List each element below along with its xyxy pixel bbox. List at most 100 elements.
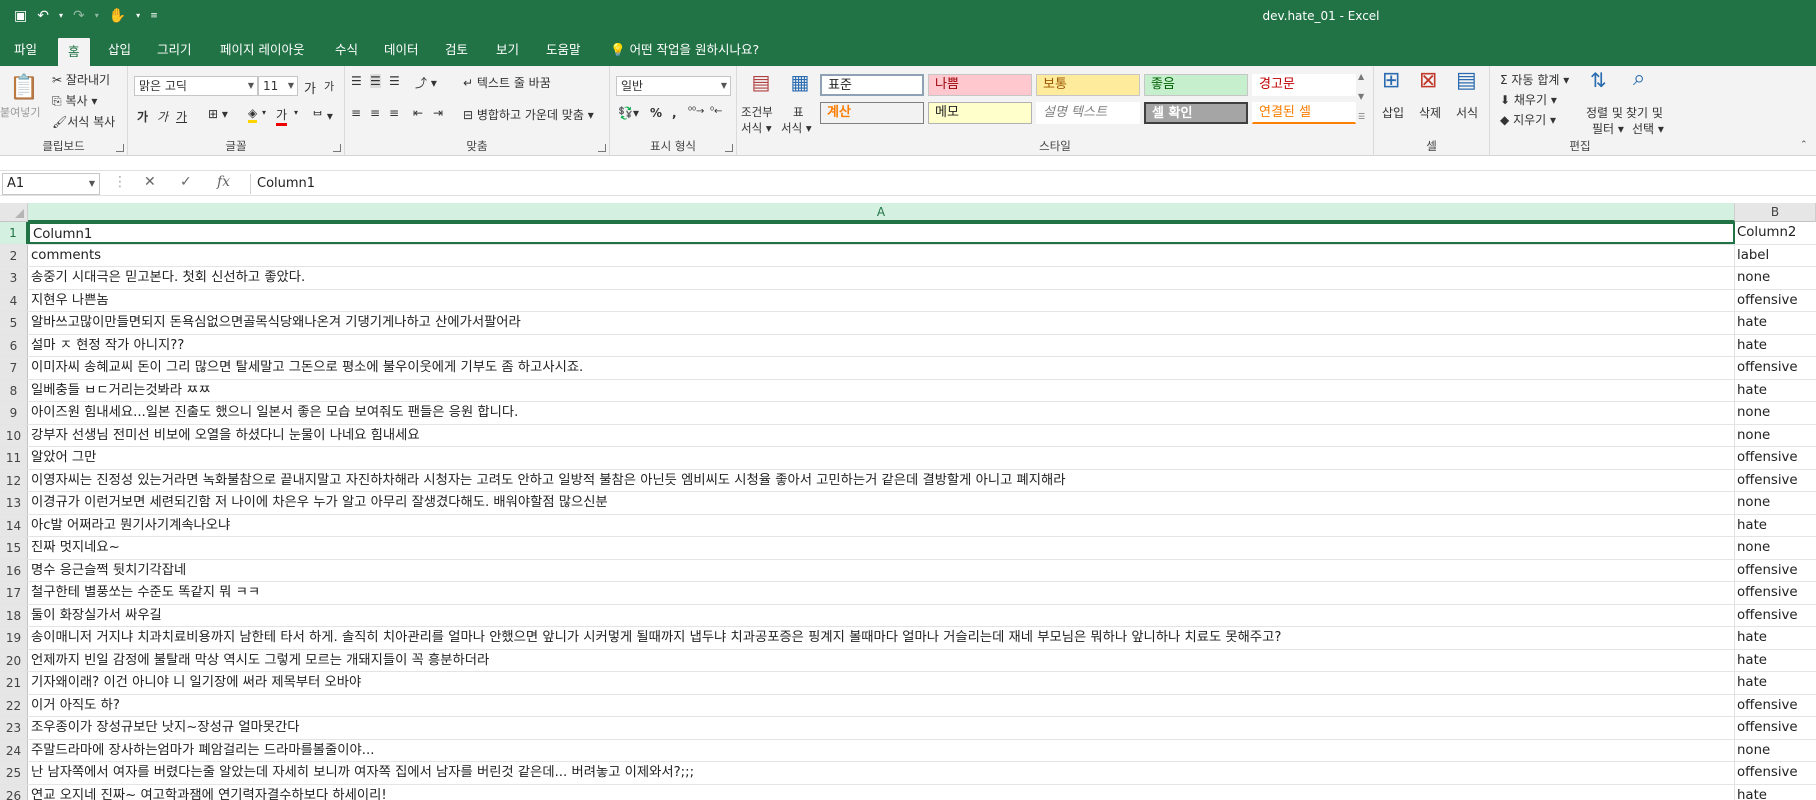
row-header[interactable]: 18 [0,604,28,626]
alignment-launcher[interactable] [598,144,606,152]
phonetic-icon[interactable]: ᄇ ▾ [312,107,333,124]
enter-icon[interactable]: ✓ [180,174,192,190]
row-header[interactable]: 26 [0,784,28,800]
cell-b[interactable]: none [1735,740,1816,762]
cancel-icon[interactable]: ✕ [144,174,156,190]
format-as-table-icon[interactable]: ▦ [785,70,815,94]
align-right-icon[interactable]: ≡ [389,106,399,120]
insert-function-icon[interactable]: fx [217,174,230,190]
formula-bar-options-icon[interactable]: ⋮ [113,174,127,190]
column-header-a[interactable]: A [28,203,1735,222]
row-header[interactable]: 23 [0,717,28,739]
comma-button[interactable]: , [672,106,677,120]
style-good[interactable]: 좋음 [1144,74,1248,96]
tell-me-search[interactable]: 💡 어떤 작업을 원하시나요? [600,34,769,66]
sort-filter-button[interactable]: 정렬 및 [1586,104,1623,121]
cell-b[interactable]: offensive [1735,290,1816,312]
underline-button[interactable]: 가 [176,108,187,125]
row-header[interactable]: 19 [0,627,28,649]
find-select-button[interactable]: 찾기 및 [1626,104,1663,121]
conditional-format-icon[interactable]: ▤ [743,70,779,94]
cell-a[interactable]: 명수 응근슬쩍 뒷치기각잡네 [28,559,1735,581]
fill-color-dropdown-icon[interactable]: ▾ [262,108,266,117]
style-bad[interactable]: 나쁨 [928,74,1032,96]
cell-a[interactable]: 조우종이가 장성규보단 낫지~장성규 얼마못간다 [28,717,1735,739]
cell-a[interactable]: 난 남자쪽에서 여자를 버렸다는줄 알았는데 자세히 보니까 여자쪽 집에서 남… [28,762,1735,784]
align-bottom-icon[interactable]: ☰ [389,74,400,88]
tab-draw[interactable]: 그리기 [147,34,202,66]
row-header[interactable]: 8 [0,379,28,401]
cell-b[interactable]: hate [1735,312,1816,334]
paste-button[interactable]: 붙여넣기 [0,104,40,120]
font-name-combo[interactable]: 맑은 고딕 ▼ [134,76,258,96]
tab-insert[interactable]: 삽입 [98,34,141,66]
cell-b[interactable]: offensive [1735,605,1816,627]
cell-b[interactable]: offensive [1735,695,1816,717]
cell-b[interactable]: hate [1735,380,1816,402]
align-left-icon[interactable]: ≡ [351,106,361,120]
fill-button[interactable]: ⬇ 채우기 ▾ [1500,91,1557,108]
cell-b[interactable]: hate [1735,627,1816,649]
sort-filter-icon[interactable]: ⇅ [1590,68,1607,92]
cell-a[interactable]: 기자왜이래? 이건 아니야 니 일기장에 써라 제목부터 오바야 [28,672,1735,694]
merge-center-button[interactable]: ⊟ 병합하고 가운데 맞춤 ▾ [463,106,594,123]
row-header[interactable]: 20 [0,649,28,671]
style-explanatory[interactable]: 설명 텍스트 [1036,102,1140,124]
select-all-corner[interactable] [0,203,28,222]
wrap-text-button[interactable]: ↵ 텍스트 줄 바꿈 [463,74,551,91]
row-header[interactable]: 4 [0,289,28,311]
styles-scroll-down-icon[interactable]: ▼ [1358,92,1364,101]
cell-a[interactable]: 지현우 나쁜놈 [28,289,1735,311]
row-header[interactable]: 11 [0,447,28,469]
style-neutral[interactable]: 보통 [1036,74,1140,96]
increase-decimal-icon[interactable]: ⁰⁰→ [688,106,704,117]
row-header[interactable]: 6 [0,334,28,356]
bold-button[interactable]: 가 [137,108,148,125]
cell-b[interactable]: none [1735,425,1816,447]
shrink-font-button[interactable]: 가 [324,78,334,94]
font-color-icon[interactable]: 가 [276,106,288,126]
row-header[interactable]: 12 [0,469,28,491]
row-header[interactable]: 16 [0,559,28,581]
clipboard-launcher[interactable] [116,144,124,152]
cell-a[interactable]: 둘이 화장실가서 싸우길 [28,604,1735,626]
cell-a[interactable]: 강부자 선생님 전미선 비보에 오열을 하셨다니 눈물이 나네요 힘내세요 [28,424,1735,446]
copy-button[interactable]: ⎘ 복사 ▾ [52,92,97,109]
font-size-combo[interactable]: 11 ▼ [258,76,298,96]
format-as-table-button[interactable]: 표 [793,104,804,120]
name-box[interactable]: A1 ▼ [2,173,100,195]
row-header[interactable]: 22 [0,694,28,716]
tab-help[interactable]: 도움말 [536,34,591,66]
collapse-ribbon-icon[interactable]: ⌃ [1800,140,1808,150]
align-top-icon[interactable]: ☰ [351,74,362,88]
cell-b[interactable]: offensive [1735,717,1816,739]
delete-cells-icon[interactable]: ⊠ [1419,68,1437,93]
borders-icon[interactable]: ⊞ ▾ [208,107,228,121]
cell-b[interactable]: hate [1735,335,1816,357]
cell-a[interactable]: 송이매니저 거지냐 치과치료비용까지 남한테 타서 하게. 솔직히 치아관리를 … [28,627,1735,649]
cell-b[interactable]: offensive [1735,447,1816,469]
row-header[interactable]: 13 [0,492,28,514]
cell-a[interactable]: comments [28,244,1735,266]
column-header-b[interactable]: B [1735,203,1816,222]
cell-b[interactable]: hate [1735,650,1816,672]
percent-button[interactable]: % [650,106,662,120]
cell-a[interactable]: 진짜 멋지네요~ [28,537,1735,559]
cell-a[interactable]: 주말드라마에 장사하는엄마가 폐암걸리는 드라마를볼줄이야... [28,739,1735,761]
formula-input[interactable]: Column1 [250,174,1816,194]
conditional-format-button[interactable]: 조건부 [741,104,773,120]
cell-a[interactable]: 설마 ㅈ 현정 작가 아니지?? [28,334,1735,356]
tab-page-layout[interactable]: 페이지 레이아웃 [210,34,314,66]
style-check-cell[interactable]: 셀 확인 [1144,102,1248,124]
cell-a[interactable]: 철구한테 별풍쏘는 수준도 똑같지 뭐 ㅋㅋ [28,582,1735,604]
cell-a[interactable]: 아c발 어쩌라고 뭔기사기계속나오냐 [28,514,1735,536]
cell-b[interactable]: offensive [1735,582,1816,604]
cell-a[interactable]: Column1 [28,222,1735,244]
cell-b[interactable]: none [1735,492,1816,514]
row-header[interactable]: 14 [0,514,28,536]
conditional-format-button-2[interactable]: 서식 ▾ [741,120,772,136]
cell-a[interactable]: 송중기 시대극은 믿고본다. 첫회 신선하고 좋았다. [28,267,1735,289]
format-painter-button[interactable]: 🖌서식 복사 [52,113,115,130]
format-as-table-button-2[interactable]: 서식 ▾ [781,120,812,136]
row-header[interactable]: 15 [0,537,28,559]
